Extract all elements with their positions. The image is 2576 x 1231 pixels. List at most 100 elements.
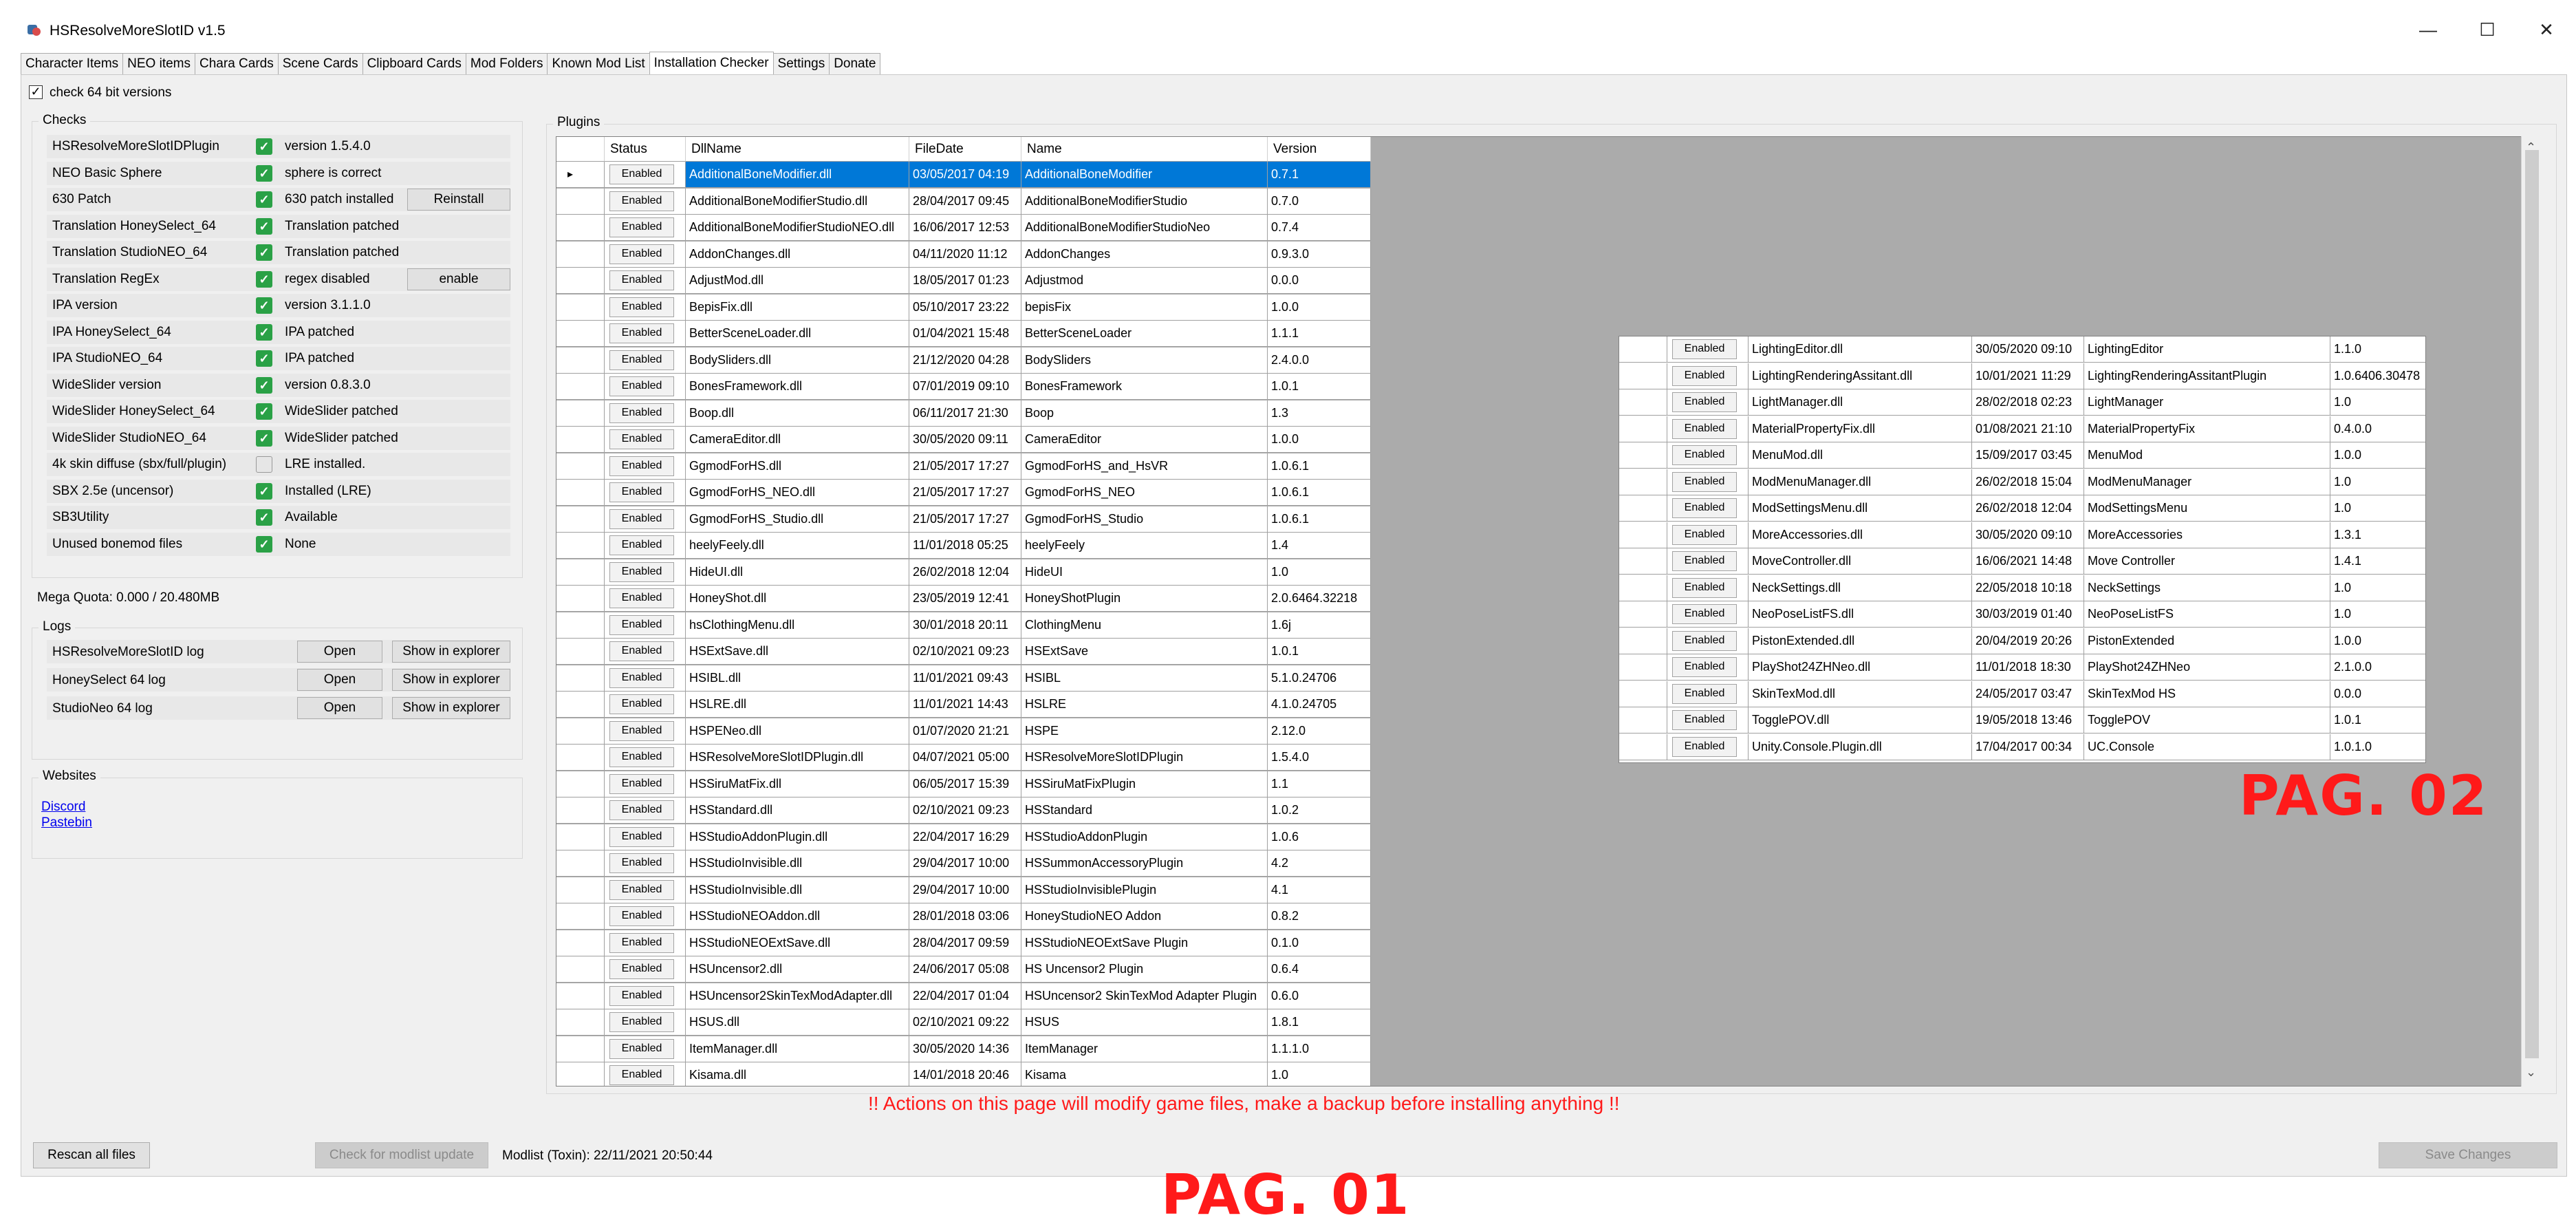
name-cell[interactable]: HoneyShotPlugin [1021, 586, 1268, 612]
filedate-cell[interactable]: 29/04/2017 10:00 [909, 877, 1021, 903]
version-cell[interactable]: 1.8.1 [1268, 1009, 1371, 1036]
enabled-toggle-button[interactable]: Enabled [609, 906, 674, 926]
filedate-cell[interactable]: 16/06/2021 14:48 [1972, 548, 2084, 575]
dllname-cell[interactable]: Kisama.dll [686, 1062, 909, 1086]
dllname-cell[interactable]: PlayShot24ZHNeo.dll [1749, 654, 1972, 681]
enabled-toggle-button[interactable]: Enabled [609, 509, 674, 529]
name-cell[interactable]: SkinTexMod HS [2084, 681, 2330, 707]
filedate-cell[interactable]: 21/05/2017 17:27 [909, 506, 1021, 533]
log-explorer-button[interactable]: Show in explorer [392, 697, 510, 719]
log-open-button[interactable]: Open [297, 641, 382, 663]
row-header[interactable] [556, 294, 605, 321]
name-cell[interactable]: MoreAccessories [2084, 522, 2330, 548]
version-cell[interactable]: 1.4 [1268, 533, 1371, 559]
filedate-cell[interactable]: 04/11/2020 11:12 [909, 241, 1021, 268]
dllname-cell[interactable]: HSUS.dll [686, 1009, 909, 1036]
enabled-toggle-button[interactable]: Enabled [1672, 577, 1737, 598]
name-cell[interactable]: bepisFix [1021, 294, 1268, 321]
grid-header[interactable]: Name [1021, 137, 1268, 162]
name-cell[interactable]: HSStandard [1021, 798, 1268, 824]
tab-scene-cards[interactable]: Scene Cards [277, 53, 363, 74]
tab-installation-checker[interactable]: Installation Checker [649, 52, 774, 75]
filedate-cell[interactable]: 02/10/2021 09:23 [909, 798, 1021, 824]
version-cell[interactable]: 1.1 [1268, 771, 1371, 798]
name-cell[interactable]: HSUncensor2 SkinTexMod Adapter Plugin [1021, 983, 1268, 1009]
filedate-cell[interactable]: 30/01/2018 20:11 [909, 612, 1021, 639]
version-cell[interactable]: 1.0 [1268, 1062, 1371, 1086]
dllname-cell[interactable]: HSStandard.dll [686, 798, 909, 824]
version-cell[interactable]: 1.0.2 [1268, 798, 1371, 824]
name-cell[interactable]: TogglePOV [2084, 707, 2330, 734]
version-cell[interactable]: 1.0 [2330, 389, 2425, 416]
rescan-button[interactable]: Rescan all files [33, 1142, 150, 1168]
dllname-cell[interactable]: TogglePOV.dll [1749, 707, 1972, 734]
enabled-toggle-button[interactable]: Enabled [609, 747, 674, 767]
filedate-cell[interactable]: 11/01/2021 14:43 [909, 692, 1021, 718]
row-header[interactable] [1619, 548, 1667, 575]
filedate-cell[interactable]: 06/11/2017 21:30 [909, 400, 1021, 427]
row-header[interactable] [1619, 442, 1667, 469]
dllname-cell[interactable]: BodySliders.dll [686, 347, 909, 374]
enabled-toggle-button[interactable]: Enabled [1672, 524, 1737, 545]
filedate-cell[interactable]: 28/01/2018 03:06 [909, 903, 1021, 930]
tab-clipboard-cards[interactable]: Clipboard Cards [362, 53, 466, 74]
row-header[interactable] [1619, 522, 1667, 548]
row-header[interactable] [556, 718, 605, 745]
row-header[interactable] [1619, 681, 1667, 707]
row-header[interactable] [556, 903, 605, 930]
name-cell[interactable]: LightingRenderingAssitantPlugin [2084, 363, 2330, 389]
filedate-cell[interactable]: 02/10/2021 09:23 [909, 639, 1021, 665]
name-cell[interactable]: HSSiruMatFixPlugin [1021, 771, 1268, 798]
row-header[interactable] [556, 1009, 605, 1036]
name-cell[interactable]: MaterialPropertyFix [2084, 416, 2330, 442]
version-cell[interactable]: 0.8.2 [1268, 903, 1371, 930]
tab-chara-cards[interactable]: Chara Cards [195, 53, 279, 74]
name-cell[interactable]: GgmodForHS_and_HsVR [1021, 453, 1268, 480]
row-header[interactable] [1619, 389, 1667, 416]
enabled-toggle-button[interactable]: Enabled [1672, 683, 1737, 704]
enabled-toggle-button[interactable]: Enabled [609, 244, 674, 264]
name-cell[interactable]: HSStudioNEOExtSave Plugin [1021, 930, 1268, 956]
name-cell[interactable]: GgmodForHS_NEO [1021, 480, 1268, 506]
enabled-toggle-button[interactable]: Enabled [609, 588, 674, 608]
filedate-cell[interactable]: 28/02/2018 02:23 [1972, 389, 2084, 416]
version-cell[interactable]: 1.1.0 [2330, 336, 2425, 363]
name-cell[interactable]: ModMenuManager [2084, 469, 2330, 495]
row-header[interactable] [1619, 469, 1667, 495]
name-cell[interactable]: CameraEditor [1021, 427, 1268, 453]
filedate-cell[interactable]: 30/03/2019 01:40 [1972, 601, 2084, 628]
version-cell[interactable]: 1.0 [2330, 495, 2425, 522]
scroll-thumb[interactable] [2525, 150, 2539, 1058]
name-cell[interactable]: LightingEditor [2084, 336, 2330, 363]
name-cell[interactable]: HSLRE [1021, 692, 1268, 718]
tab-neo-items[interactable]: NEO items [122, 53, 196, 74]
enabled-toggle-button[interactable]: Enabled [609, 376, 674, 396]
dllname-cell[interactable]: HSStudioAddonPlugin.dll [686, 824, 909, 850]
filedate-cell[interactable]: 30/05/2020 09:11 [909, 427, 1021, 453]
version-cell[interactable]: 1.1.1 [1268, 321, 1371, 347]
name-cell[interactable]: AddonChanges [1021, 241, 1268, 268]
dllname-cell[interactable]: SkinTexMod.dll [1749, 681, 1972, 707]
filedate-cell[interactable]: 24/05/2017 03:47 [1972, 681, 2084, 707]
filedate-cell[interactable]: 24/06/2017 05:08 [909, 956, 1021, 983]
dllname-cell[interactable]: HSStudioInvisible.dll [686, 877, 909, 903]
maximize-button[interactable]: ☐ [2458, 14, 2516, 48]
row-header[interactable] [556, 347, 605, 374]
version-cell[interactable]: 4.2 [1268, 850, 1371, 877]
row-header[interactable] [556, 983, 605, 1009]
enabled-toggle-button[interactable]: Enabled [609, 694, 674, 714]
row-header[interactable] [1619, 707, 1667, 734]
dllname-cell[interactable]: HSStudioNEOAddon.dll [686, 903, 909, 930]
name-cell[interactable]: HoneyStudioNEO Addon [1021, 903, 1268, 930]
row-header[interactable] [556, 321, 605, 347]
enabled-toggle-button[interactable]: Enabled [1672, 551, 1737, 571]
grid-header[interactable]: Status [605, 137, 686, 162]
row-header[interactable] [556, 268, 605, 294]
dllname-cell[interactable]: GgmodForHS_Studio.dll [686, 506, 909, 533]
dllname-cell[interactable]: AdditionalBoneModifierStudioNEO.dll [686, 215, 909, 241]
name-cell[interactable]: NeckSettings [2084, 575, 2330, 601]
filedate-cell[interactable]: 28/04/2017 09:59 [909, 930, 1021, 956]
enabled-toggle-button[interactable]: Enabled [609, 535, 674, 555]
enabled-toggle-button[interactable]: Enabled [609, 985, 674, 1006]
version-cell[interactable]: 0.7.0 [1268, 188, 1371, 215]
